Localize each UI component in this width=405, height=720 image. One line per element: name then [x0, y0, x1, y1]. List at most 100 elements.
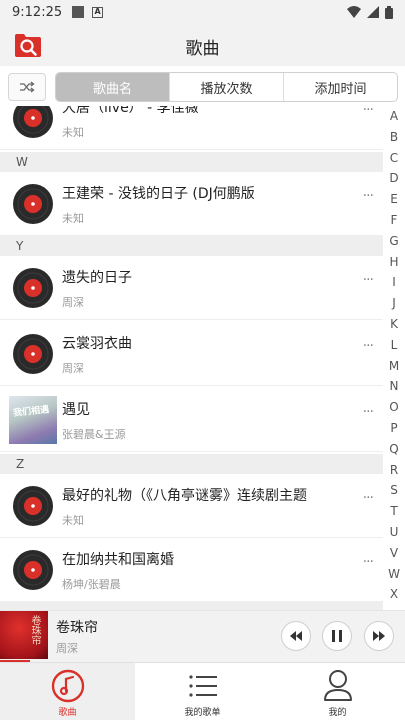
- pause-icon: [332, 630, 342, 642]
- alphabet-letter[interactable]: D: [383, 171, 405, 185]
- more-options-icon[interactable]: ···: [363, 404, 374, 420]
- song-title: 遇见: [62, 402, 90, 418]
- alphabet-letter[interactable]: W: [383, 567, 405, 581]
- signal-icon: [367, 6, 379, 18]
- alphabet-letter[interactable]: R: [383, 463, 405, 477]
- sort-tab-added-time[interactable]: 添加时间: [283, 73, 397, 101]
- alphabet-letter[interactable]: A: [383, 109, 405, 123]
- alphabet-letter[interactable]: N: [383, 379, 405, 393]
- sort-bar: 歌曲名 播放次数 添加时间: [0, 66, 405, 106]
- alphabet-letter[interactable]: U: [383, 525, 405, 539]
- battery-icon: [385, 5, 393, 19]
- more-options-icon[interactable]: ···: [363, 106, 374, 118]
- alphabet-letter[interactable]: P: [383, 421, 405, 435]
- tab-label: 我的: [328, 708, 347, 718]
- alphabet-letter[interactable]: S: [383, 483, 405, 497]
- song-title: 王建荣 - 没钱的日子 (DJ何鹏版: [62, 186, 255, 202]
- song-row[interactable]: 遗失的日子 周深 ···: [0, 256, 383, 320]
- next-button[interactable]: [364, 621, 394, 651]
- pause-button[interactable]: [322, 621, 352, 651]
- now-playing-cover[interactable]: 卷珠帘: [0, 611, 48, 659]
- tab-my-playlists[interactable]: 我的歌单: [135, 663, 270, 720]
- alphabet-letter[interactable]: X: [383, 587, 405, 601]
- sort-tab-name[interactable]: 歌曲名: [56, 73, 169, 101]
- alphabet-letter[interactable]: O: [383, 400, 405, 414]
- bottom-tab-bar: 歌曲 我的歌单 我的: [0, 662, 405, 720]
- notification-a-icon: A: [92, 6, 104, 18]
- alphabet-letter[interactable]: T: [383, 504, 405, 518]
- page-title: 歌曲: [185, 39, 220, 59]
- section-header-partial: [0, 602, 383, 610]
- song-title: 最好的礼物（《八角亭谜雾》连续剧主题: [62, 488, 307, 504]
- alphabet-letter[interactable]: J: [383, 296, 405, 310]
- vinyl-disc-icon: [13, 106, 53, 138]
- alphabet-letter[interactable]: G: [383, 234, 405, 248]
- song-artist: 周深: [62, 296, 84, 309]
- more-options-icon[interactable]: ···: [363, 554, 374, 570]
- tab-label: 我的歌单: [184, 708, 221, 718]
- song-row[interactable]: 在加纳共和国离婚 杨坤/张碧晨 ···: [0, 538, 383, 602]
- song-title: 遗失的日子: [62, 270, 132, 286]
- alphabet-letter[interactable]: I: [383, 275, 405, 289]
- music-note-icon: [51, 669, 84, 703]
- alphabet-index[interactable]: ABCDEFGHIJKLMNOPQRSTUVWX: [383, 106, 405, 610]
- more-options-icon[interactable]: ···: [363, 490, 374, 506]
- more-options-icon[interactable]: ···: [363, 188, 374, 204]
- song-artist: 张碧晨&王源: [62, 428, 126, 441]
- alphabet-letter[interactable]: M: [383, 359, 405, 373]
- alphabet-letter[interactable]: L: [383, 338, 405, 352]
- alphabet-letter[interactable]: F: [383, 213, 405, 227]
- song-artist: 未知: [62, 126, 84, 139]
- list-icon: [188, 675, 217, 697]
- alphabet-letter[interactable]: Q: [383, 442, 405, 456]
- song-list[interactable]: 大居（live） - 李佳薇 未知 ··· W 王建荣 - 没钱的日子 (DJ何…: [0, 106, 383, 610]
- shuffle-button[interactable]: [8, 73, 46, 101]
- alphabet-letter[interactable]: C: [383, 151, 405, 165]
- section-header: Z: [0, 454, 383, 474]
- song-artist: 周深: [62, 362, 84, 375]
- alphabet-letter[interactable]: V: [383, 546, 405, 560]
- vinyl-disc-icon: [13, 334, 53, 374]
- sort-segmented-control: 歌曲名 播放次数 添加时间: [55, 72, 398, 102]
- song-row[interactable]: 我们相遇 遇见 张碧晨&王源 ···: [0, 388, 383, 452]
- vinyl-disc-icon: [13, 184, 53, 224]
- person-icon: [323, 670, 352, 701]
- tab-songs[interactable]: 歌曲: [0, 663, 135, 720]
- vinyl-disc-icon: [13, 550, 53, 590]
- vinyl-disc-icon: [13, 486, 53, 526]
- song-artist: 杨坤/张碧晨: [62, 578, 121, 591]
- tab-me[interactable]: 我的: [270, 663, 405, 720]
- rewind-icon: [290, 631, 302, 641]
- status-bar: 9:12:25 A: [0, 0, 405, 24]
- song-row[interactable]: 王建荣 - 没钱的日子 (DJ何鹏版 未知 ···: [0, 172, 383, 236]
- now-playing-artist: 周深: [56, 642, 78, 655]
- alphabet-letter[interactable]: B: [383, 130, 405, 144]
- song-row[interactable]: 大居（live） - 李佳薇 未知 ···: [0, 106, 383, 150]
- status-time: 9:12:25: [12, 4, 63, 20]
- more-options-icon[interactable]: ···: [363, 338, 374, 354]
- song-row[interactable]: 云裳羽衣曲 周深 ···: [0, 322, 383, 386]
- wifi-icon: [347, 6, 361, 18]
- now-playing-title: 卷珠帘: [56, 620, 98, 636]
- song-artist: 未知: [62, 514, 84, 527]
- song-title: 在加纳共和国离婚: [62, 552, 174, 568]
- alphabet-letter[interactable]: H: [383, 255, 405, 269]
- song-title: 云裳羽衣曲: [62, 336, 132, 352]
- previous-button[interactable]: [281, 621, 311, 651]
- notification-square-icon: [72, 6, 85, 18]
- more-options-icon[interactable]: ···: [363, 272, 374, 288]
- mini-player[interactable]: 卷珠帘 卷珠帘 周深: [0, 610, 405, 662]
- fast-forward-icon: [373, 631, 385, 641]
- tab-label: 歌曲: [58, 708, 77, 718]
- vinyl-disc-icon: [13, 268, 53, 308]
- sort-tab-play-count[interactable]: 播放次数: [169, 73, 283, 101]
- song-title: 大居（live） - 李佳薇: [62, 106, 199, 116]
- shuffle-icon: [20, 81, 35, 93]
- section-header: Y: [0, 236, 383, 256]
- alphabet-letter[interactable]: K: [383, 317, 405, 331]
- section-header: W: [0, 152, 383, 172]
- cover-text: 卷珠帘: [29, 615, 40, 645]
- app-header: 歌曲: [0, 24, 405, 66]
- alphabet-letter[interactable]: E: [383, 192, 405, 206]
- song-row[interactable]: 最好的礼物（《八角亭谜雾》连续剧主题 未知 ···: [0, 474, 383, 538]
